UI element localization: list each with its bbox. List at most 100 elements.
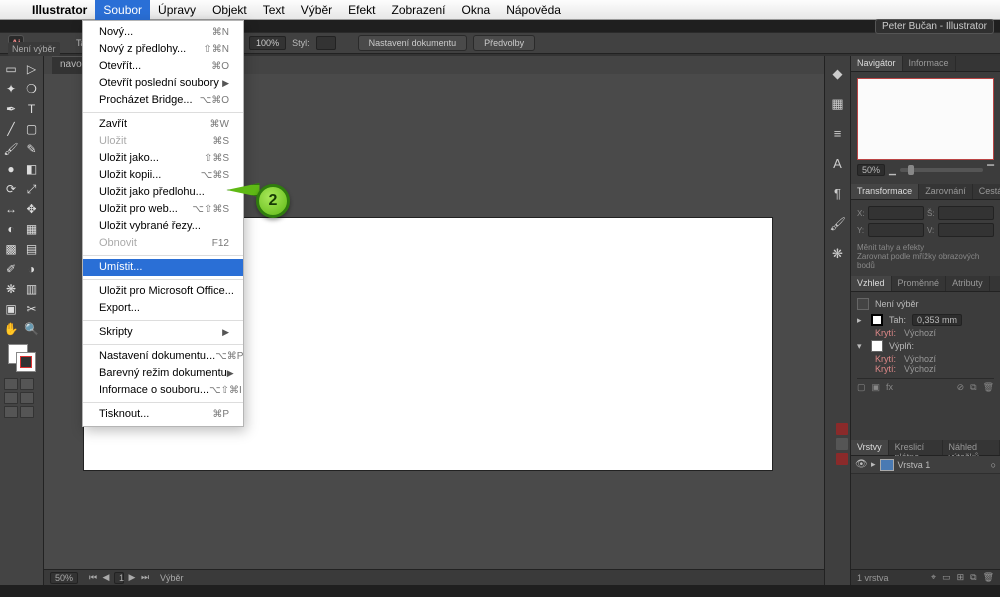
blend-tool[interactable]: ◑ bbox=[23, 260, 41, 278]
duplicate-item-icon[interactable]: ⧉ bbox=[970, 382, 976, 393]
scale-strokes-check[interactable]: Měnit tahy a efekty bbox=[857, 243, 994, 252]
menu-text[interactable]: Text bbox=[255, 0, 293, 20]
fill-stroke-swatch[interactable] bbox=[8, 344, 36, 372]
mesh-tool[interactable]: ▩ bbox=[2, 240, 20, 258]
tab-separations[interactable]: Náhled výtažků bbox=[943, 440, 1000, 455]
y-field[interactable] bbox=[868, 223, 924, 237]
tab-appearance[interactable]: Vzhled bbox=[851, 276, 892, 291]
user-chip[interactable]: Peter Bučan - Illustrator bbox=[875, 19, 994, 34]
menuitem-proch-zet-bridge-[interactable]: Procházet Bridge...⌥⌘O bbox=[83, 92, 243, 109]
pen-tool[interactable]: ✒ bbox=[2, 100, 20, 118]
zoom-field[interactable]: 50% bbox=[50, 572, 78, 584]
perspective-tool[interactable]: ▦ bbox=[23, 220, 41, 238]
stroke-swatch[interactable] bbox=[16, 352, 36, 372]
tab-transform[interactable]: Transformace bbox=[851, 184, 919, 199]
new-stroke-icon[interactable]: ▣ bbox=[872, 382, 881, 393]
expand-icon[interactable]: ▸ bbox=[871, 459, 876, 470]
stroke-panel-icon[interactable]: ≡ bbox=[830, 126, 846, 142]
preferences-button[interactable]: Předvolby bbox=[473, 35, 535, 51]
menuitem-tisknout-[interactable]: Tisknout...⌘P bbox=[83, 406, 243, 423]
selection-tool[interactable]: ▭ bbox=[2, 60, 20, 78]
magic-wand-tool[interactable]: ✦ bbox=[2, 80, 20, 98]
target-icon[interactable]: ○ bbox=[991, 460, 996, 470]
align-pixel-grid-check[interactable]: Zarovnat podle mřížky obrazových bodů bbox=[857, 252, 994, 270]
menu-nápověda[interactable]: Nápověda bbox=[498, 0, 569, 20]
navigator-thumbnail[interactable] bbox=[857, 78, 994, 160]
menuitem-ulo-it-vybran-ezy-[interactable]: Uložit vybrané řezy... bbox=[83, 218, 243, 235]
stroke-opacity-value[interactable]: Výchozí bbox=[904, 328, 936, 338]
zoom-tool[interactable]: 🔍 bbox=[23, 320, 41, 338]
x-field[interactable] bbox=[868, 206, 924, 220]
draw-mode-icons[interactable] bbox=[2, 378, 41, 418]
zoom-out-icon[interactable]: ▁ bbox=[889, 165, 896, 176]
menuitem-export-[interactable]: Export... bbox=[83, 300, 243, 317]
obj-opacity-value[interactable]: Výchozí bbox=[904, 364, 936, 374]
menuitem-zav-t[interactable]: Zavřít⌘W bbox=[83, 116, 243, 133]
layer-name[interactable]: Vrstva 1 bbox=[898, 460, 931, 470]
new-layer-icon[interactable]: ⧉ bbox=[970, 572, 976, 583]
fill-opacity-value[interactable]: Výchozí bbox=[904, 354, 936, 364]
stroke-width-value[interactable]: 0,353 mm bbox=[912, 314, 962, 326]
menuitem-ulo-it-jako-[interactable]: Uložit jako...⇧⌘S bbox=[83, 150, 243, 167]
blob-brush-tool[interactable]: ● bbox=[2, 160, 20, 178]
tab-info[interactable]: Informace bbox=[903, 56, 956, 71]
stroke-swatch-icon[interactable] bbox=[871, 314, 883, 326]
make-clip-icon[interactable]: ▭ bbox=[942, 572, 951, 583]
menuitem-barevn-re-im-dokumentu[interactable]: Barevný režim dokumentu▶ bbox=[83, 365, 243, 382]
layer-row[interactable]: 👁 ▸ Vrstva 1 ○ bbox=[851, 456, 1000, 474]
type-panel-icon[interactable]: A bbox=[830, 156, 846, 172]
symbol-sprayer-tool[interactable]: ❋ bbox=[2, 280, 20, 298]
opacity-field[interactable]: 100% bbox=[249, 36, 286, 50]
tab-variables[interactable]: Proměnné bbox=[892, 276, 947, 291]
menuitem-nov-[interactable]: Nový...⌘N bbox=[83, 24, 243, 41]
tab-attributes[interactable]: Atributy bbox=[946, 276, 990, 291]
rotate-tool[interactable]: ⟳ bbox=[2, 180, 20, 198]
eyedropper-tool[interactable]: ✐ bbox=[2, 260, 20, 278]
menu-úpravy[interactable]: Úpravy bbox=[150, 0, 204, 20]
menuitem-nastaven-dokumentu-[interactable]: Nastavení dokumentu...⌥⌘P bbox=[83, 348, 243, 365]
menu-efekt[interactable]: Efekt bbox=[340, 0, 383, 20]
rectangle-tool[interactable]: ▢ bbox=[23, 120, 41, 138]
fill-swatch-icon[interactable] bbox=[871, 340, 883, 352]
graph-tool[interactable]: ▥ bbox=[23, 280, 41, 298]
document-setup-button[interactable]: Nastavení dokumentu bbox=[358, 35, 468, 51]
pencil-tool[interactable]: ✎ bbox=[23, 140, 41, 158]
swatches-panel-icon[interactable]: ▦ bbox=[830, 96, 846, 112]
panel-a-icon[interactable] bbox=[836, 423, 848, 435]
visibility-icon[interactable]: 👁 bbox=[855, 459, 867, 470]
style-field[interactable] bbox=[316, 36, 336, 50]
new-fill-icon[interactable]: ▢ bbox=[857, 382, 866, 393]
menuitem-ulo-it-pro-web-[interactable]: Uložit pro web...⌥⇧⌘S bbox=[83, 201, 243, 218]
free-transform-tool[interactable]: ✥ bbox=[23, 200, 41, 218]
tab-navigator[interactable]: Navigátor bbox=[851, 56, 903, 71]
menuitem-ulo-it-pro-microsoft-office-[interactable]: Uložit pro Microsoft Office... bbox=[83, 283, 243, 300]
artboard-tool[interactable]: ▣ bbox=[2, 300, 20, 318]
navigator-zoom-slider[interactable] bbox=[900, 168, 983, 172]
direct-selection-tool[interactable]: ▷ bbox=[23, 60, 41, 78]
width-tool[interactable]: ↔ bbox=[2, 200, 20, 218]
menu-zobrazení[interactable]: Zobrazení bbox=[383, 0, 453, 20]
panel-b-icon[interactable] bbox=[836, 438, 848, 450]
artboard-nav[interactable]: ⏮◀ 1 ▶⏭ bbox=[88, 572, 150, 584]
tab-pathfinder[interactable]: Cestář bbox=[973, 184, 1000, 199]
menuitem-informace-o-souboru-[interactable]: Informace o souboru...⌥⇧⌘I bbox=[83, 382, 243, 399]
navigator-zoom-value[interactable]: 50% bbox=[857, 164, 885, 176]
menu-objekt[interactable]: Objekt bbox=[204, 0, 255, 20]
menuitem-otev-t-posledn-soubory[interactable]: Otevřít poslední soubory▶ bbox=[83, 75, 243, 92]
delete-layer-icon[interactable]: 🗑 bbox=[983, 572, 994, 583]
type-tool[interactable]: T bbox=[23, 100, 41, 118]
menuitem-otev-t-[interactable]: Otevřít...⌘O bbox=[83, 58, 243, 75]
menuitem-nov-z-p-edlohy-[interactable]: Nový z předlohy...⇧⌘N bbox=[83, 41, 243, 58]
zoom-in-icon[interactable]: ▔ bbox=[987, 165, 994, 176]
clear-appearance-icon[interactable]: ⊘ bbox=[957, 382, 965, 393]
lasso-tool[interactable]: ❍ bbox=[23, 80, 41, 98]
gradient-tool[interactable]: ▤ bbox=[23, 240, 41, 258]
tab-artboards[interactable]: Kreslicí plátna bbox=[889, 440, 943, 455]
menu-okna[interactable]: Okna bbox=[454, 0, 499, 20]
menu-soubor[interactable]: Soubor bbox=[95, 0, 150, 20]
w-field[interactable] bbox=[938, 206, 994, 220]
shape-builder-tool[interactable]: ◐ bbox=[2, 220, 20, 238]
menu-výběr[interactable]: Výběr bbox=[293, 0, 340, 20]
slice-tool[interactable]: ✂ bbox=[23, 300, 41, 318]
menuitem-ulo-it-kopii-[interactable]: Uložit kopii...⌥⌘S bbox=[83, 167, 243, 184]
